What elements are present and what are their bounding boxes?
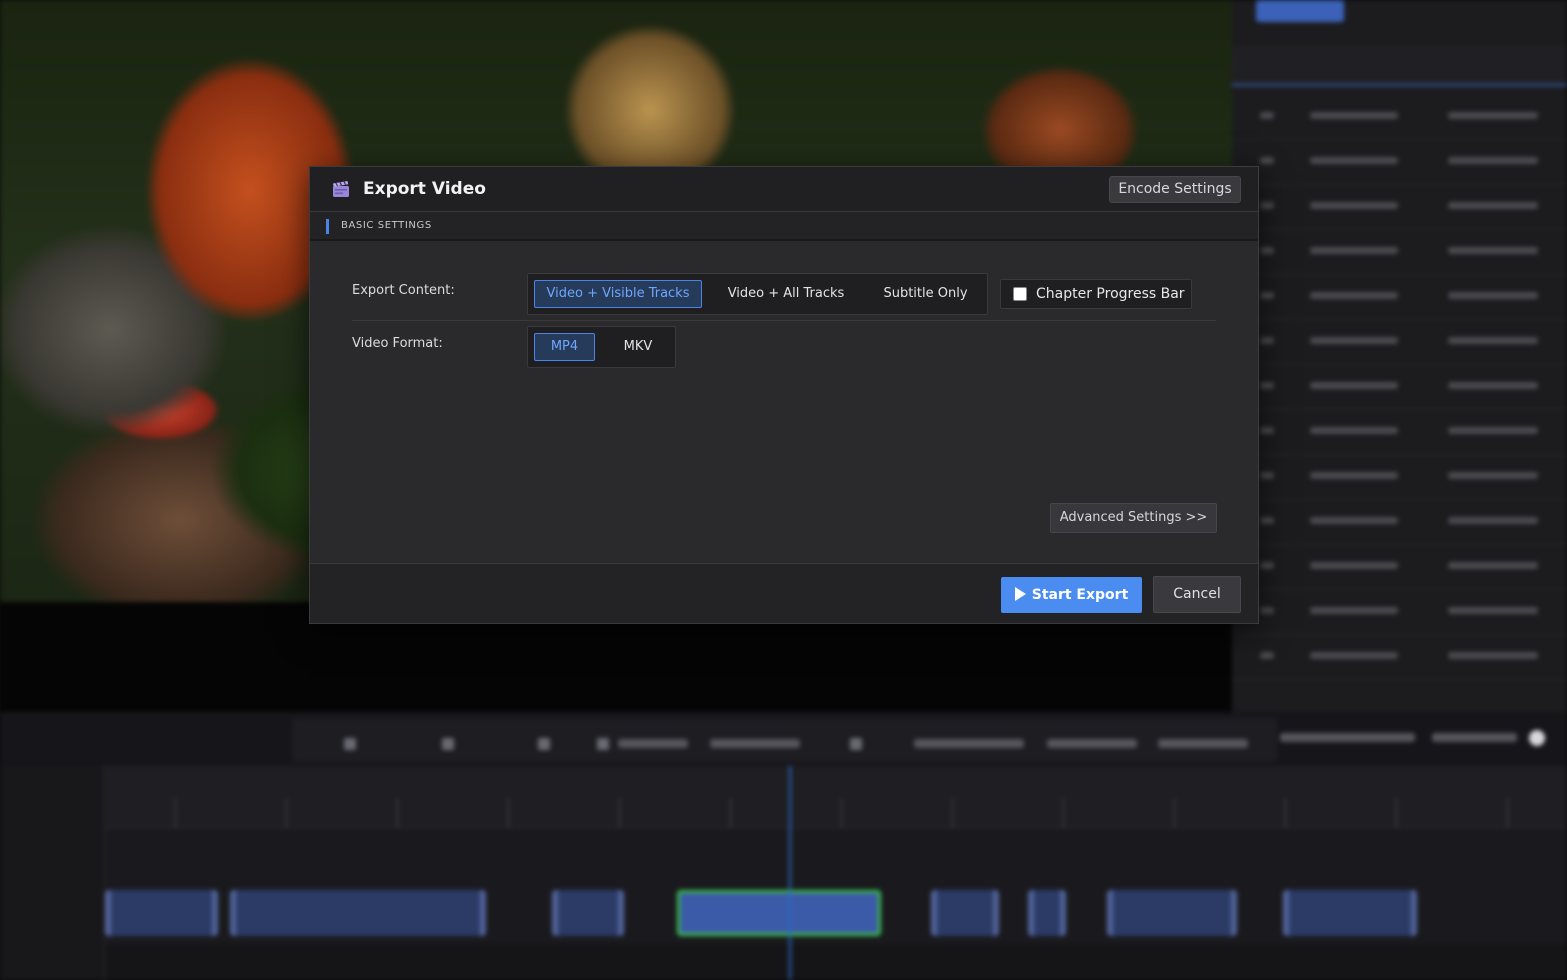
option-mp4[interactable]: MP4 bbox=[534, 333, 595, 361]
subtitle-clip bbox=[230, 890, 486, 936]
video-format-label: Video Format: bbox=[352, 336, 443, 351]
option-video-all-tracks[interactable]: Video + All Tracks bbox=[714, 280, 858, 308]
ruler-tick bbox=[841, 798, 842, 828]
subtitle-list-row bbox=[1232, 321, 1567, 365]
playback-toolbar bbox=[292, 718, 1277, 762]
cancel-button[interactable]: Cancel bbox=[1153, 576, 1241, 613]
subtitle-list-row bbox=[1232, 546, 1567, 590]
export-content-selector: Video + Visible Tracks Video + All Track… bbox=[527, 273, 988, 315]
subtitle-list-row bbox=[1232, 96, 1567, 140]
option-mkv[interactable]: MKV bbox=[607, 333, 669, 361]
export-content-label: Export Content: bbox=[352, 283, 455, 298]
option-subtitle-only[interactable]: Subtitle Only bbox=[868, 280, 983, 308]
record-icon bbox=[850, 738, 862, 750]
basic-settings-section-header: BASIC SETTINGS bbox=[310, 212, 1258, 241]
subtitle-clip bbox=[552, 890, 624, 936]
timeline bbox=[0, 766, 1567, 980]
subtitle-clip bbox=[677, 890, 881, 936]
encode-settings-button[interactable]: Encode Settings bbox=[1109, 176, 1241, 203]
next-icon bbox=[538, 738, 550, 750]
subtitle-clip bbox=[1283, 890, 1417, 936]
subtitle-list-panel bbox=[1232, 0, 1567, 712]
ruler-tick bbox=[175, 798, 176, 828]
subtitle-clip bbox=[105, 890, 218, 936]
audio-waveform bbox=[105, 944, 1567, 980]
section-title: BASIC SETTINGS bbox=[341, 220, 432, 231]
ruler-tick bbox=[619, 798, 620, 828]
chapter-progress-bar-option[interactable]: Chapter Progress Bar bbox=[1000, 279, 1192, 309]
subtitle-list-row bbox=[1232, 276, 1567, 320]
section-marker bbox=[326, 219, 329, 234]
subtitle-list-row bbox=[1232, 366, 1567, 410]
toggle-icon bbox=[1529, 730, 1545, 746]
clapperboard-icon bbox=[333, 181, 349, 197]
chapter-progress-bar-checkbox[interactable] bbox=[1013, 287, 1027, 301]
previous-icon bbox=[344, 738, 356, 750]
subtitle-clip bbox=[1028, 890, 1066, 936]
subtitle-list-row bbox=[1232, 636, 1567, 680]
playhead bbox=[789, 766, 791, 980]
option-video-visible-tracks[interactable]: Video + Visible Tracks bbox=[534, 280, 702, 308]
dialog-title: Export Video bbox=[363, 179, 486, 199]
dialog-header: Export Video Encode Settings bbox=[310, 167, 1258, 212]
chapter-progress-bar-label: Chapter Progress Bar bbox=[1036, 286, 1185, 302]
subtitle-panel-tab bbox=[1256, 0, 1344, 22]
dialog-footer: Start Export Cancel bbox=[310, 563, 1258, 623]
video-format-selector: MP4 MKV bbox=[527, 326, 676, 368]
playback-rate-control bbox=[914, 739, 1024, 748]
subtitle-list-row bbox=[1232, 141, 1567, 185]
ruler-tick bbox=[730, 798, 731, 828]
ruler-tick bbox=[1396, 798, 1397, 828]
subtitle-list-row bbox=[1232, 186, 1567, 230]
subtitle-list-row bbox=[1232, 411, 1567, 455]
ruler-tick bbox=[508, 798, 509, 828]
ruler-tick bbox=[286, 798, 287, 828]
timeline-track-headers bbox=[0, 766, 105, 980]
subtitle-list-row bbox=[1232, 456, 1567, 500]
play-icon bbox=[1014, 587, 1026, 601]
ruler-tick bbox=[1063, 798, 1064, 828]
subtitle-clip bbox=[931, 890, 999, 936]
time-readout bbox=[1280, 733, 1415, 742]
ruler-tick bbox=[1174, 798, 1175, 828]
subtitle-list-row bbox=[1232, 501, 1567, 545]
advanced-settings-button[interactable]: Advanced Settings >> bbox=[1050, 503, 1217, 533]
playback-rate-select bbox=[1047, 739, 1137, 748]
jump-to-page-control bbox=[1432, 733, 1517, 742]
export-video-dialog: Export Video Encode Settings BASIC SETTI… bbox=[309, 166, 1259, 624]
zoom-select bbox=[710, 739, 800, 748]
subtitle-clip bbox=[1107, 890, 1237, 936]
play-icon bbox=[442, 738, 454, 750]
subtitle-list-row bbox=[1232, 591, 1567, 635]
safe-area-control bbox=[618, 739, 688, 748]
start-export-button[interactable]: Start Export bbox=[1001, 577, 1142, 613]
safe-area-icon bbox=[597, 738, 609, 750]
start-export-label: Start Export bbox=[1031, 587, 1129, 603]
playback-controls bbox=[0, 712, 1567, 766]
ruler-tick bbox=[1285, 798, 1286, 828]
row-divider bbox=[352, 320, 1216, 321]
subtitle-list-row bbox=[1232, 231, 1567, 275]
ruler-tick bbox=[952, 798, 953, 828]
ruler-tick bbox=[397, 798, 398, 828]
ruler-tick bbox=[1507, 798, 1508, 828]
subtitle-list-header bbox=[1232, 46, 1567, 86]
timeline-ruler bbox=[105, 766, 1567, 828]
fps-select bbox=[1158, 739, 1248, 748]
